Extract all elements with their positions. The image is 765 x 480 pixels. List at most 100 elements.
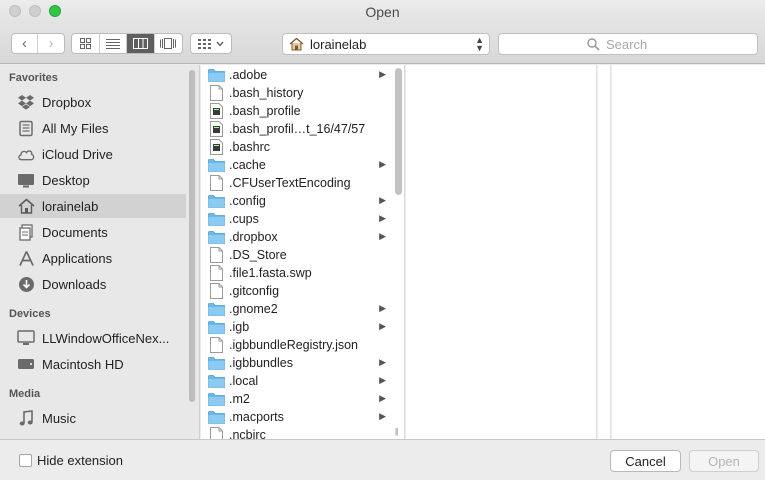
toolbar: ‹ › lorainelab ▲ ▼ Search — [0, 24, 765, 64]
sidebar-section-media: Media — [9, 388, 41, 400]
sidebar-item-desktop[interactable]: Desktop — [0, 168, 186, 192]
file-name: .bash_history — [229, 86, 304, 100]
window-title: Open — [365, 4, 400, 20]
folder-row[interactable]: .m2 ▶ — [201, 390, 391, 408]
arrange-menu-button[interactable] — [190, 33, 232, 54]
folder-row[interactable]: .igbbundles ▶ — [201, 354, 391, 372]
sidebar-item-icloud-drive[interactable]: iCloud Drive — [0, 142, 186, 166]
hide-extension-checkbox[interactable] — [19, 454, 32, 467]
disclosure-arrow-icon: ▶ — [379, 159, 386, 169]
file-name: .adobe — [229, 68, 268, 82]
computer-icon — [17, 329, 35, 347]
folder-row[interactable]: .local ▶ — [201, 372, 391, 390]
arrange-grid-icon — [198, 38, 211, 49]
file-name: .bashrc — [229, 140, 270, 154]
folder-row[interactable]: .dropbox ▶ — [201, 228, 391, 246]
file-name: .ncbirc — [229, 428, 266, 439]
sidebar-item-music[interactable]: Music — [0, 406, 186, 430]
path-label: lorainelab — [310, 37, 367, 52]
disclosure-arrow-icon: ▶ — [379, 213, 386, 223]
sidebar-item-documents[interactable]: Documents — [0, 220, 186, 244]
sidebar-item-macintosh-hd[interactable]: Macintosh HD — [0, 352, 186, 376]
document-file-icon — [207, 265, 225, 281]
preview-column — [406, 65, 597, 439]
file-row[interactable]: .bash_profile — [201, 102, 391, 120]
disclosure-arrow-icon: ▶ — [379, 303, 386, 313]
file-name: .DS_Store — [229, 248, 287, 262]
sidebar-scrollbar[interactable] — [189, 70, 195, 402]
cover-flow-view-button[interactable] — [155, 34, 182, 53]
sidebar-item-computer[interactable]: LLWindowOfficeNex... — [0, 326, 186, 350]
hide-extension-label[interactable]: Hide extension — [37, 453, 123, 468]
file-name: .gitconfig — [229, 284, 280, 298]
document-file-icon — [207, 175, 225, 191]
sidebar-item-downloads[interactable]: Downloads — [0, 272, 186, 296]
sidebar-section-devices: Devices — [9, 308, 51, 320]
empty-column — [612, 65, 765, 439]
sidebar-item-label: Applications — [42, 250, 113, 266]
file-row[interactable]: .bash_history — [201, 84, 391, 102]
folder-icon — [207, 301, 225, 317]
sidebar-item-applications[interactable]: Applications — [0, 246, 186, 270]
file-row[interactable]: .ncbirc — [201, 426, 391, 439]
navigation-buttons: ‹ › — [11, 33, 65, 54]
document-file-icon — [207, 85, 225, 101]
home-icon — [289, 37, 304, 51]
path-popup[interactable]: lorainelab ▲ ▼ — [282, 33, 490, 55]
file-row[interactable]: .bashrc — [201, 138, 391, 156]
dropbox-icon — [17, 93, 35, 111]
file-row[interactable]: .gitconfig — [201, 282, 391, 300]
file-row[interactable]: .CFUserTextEncoding — [201, 174, 391, 192]
sidebar-item-partial[interactable] — [0, 431, 186, 439]
file-column: .adobe ▶ .bash_history .bash_profile .bash_p… — [201, 65, 405, 439]
file-row[interactable]: .igbbundleRegistry.json — [201, 336, 391, 354]
cancel-button[interactable]: Cancel — [610, 450, 681, 472]
column-view-button[interactable] — [127, 34, 155, 53]
file-name: .igbbundleRegistry.json — [229, 338, 359, 352]
back-button[interactable]: ‹ — [12, 34, 38, 53]
file-column-scrollbar[interactable] — [395, 68, 402, 195]
open-button[interactable]: Open — [689, 450, 759, 472]
sidebar-item-label: lorainelab — [42, 198, 99, 214]
folder-row[interactable]: .macports ▶ — [201, 408, 391, 426]
all-files-icon — [17, 119, 35, 137]
folder-row[interactable]: .cache ▶ — [201, 156, 391, 174]
list-view-button[interactable] — [100, 34, 127, 53]
file-row[interactable]: .DS_Store — [201, 246, 391, 264]
sidebar-item-dropbox[interactable]: Dropbox — [0, 90, 186, 114]
forward-button[interactable]: › — [38, 34, 64, 53]
file-name: .local — [229, 374, 259, 388]
sidebar-item-all-my-files[interactable]: All My Files — [0, 116, 186, 140]
disclosure-arrow-icon: ▶ — [379, 321, 386, 331]
folder-row[interactable]: .gnome2 ▶ — [201, 300, 391, 318]
disclosure-arrow-icon: ▶ — [379, 393, 386, 403]
folder-row[interactable]: .config ▶ — [201, 192, 391, 210]
file-name: .igbbundles — [229, 356, 293, 370]
document-file-icon — [207, 427, 225, 439]
file-row[interactable]: .bash_profil…t_16/47/57 — [201, 120, 391, 138]
folder-icon — [207, 211, 225, 227]
icon-view-button[interactable] — [72, 34, 100, 53]
column-resize-handle[interactable]: || — [395, 427, 398, 436]
script-file-icon — [207, 139, 225, 155]
documents-icon — [17, 223, 35, 241]
folder-row[interactable]: .cups ▶ — [201, 210, 391, 228]
sidebar: Favorites Dropbox All My Files iCloud Dr… — [0, 65, 200, 439]
search-field[interactable]: Search — [498, 33, 758, 55]
document-file-icon — [207, 283, 225, 299]
folder-row[interactable]: .adobe ▶ — [201, 66, 391, 84]
folder-icon — [207, 391, 225, 407]
folder-row[interactable]: .igb ▶ — [201, 318, 391, 336]
disclosure-arrow-icon: ▶ — [379, 69, 386, 79]
document-file-icon — [207, 337, 225, 353]
icon-view-icon — [79, 38, 91, 49]
disclosure-arrow-icon: ▶ — [379, 411, 386, 421]
file-name: .macports — [229, 410, 284, 424]
file-name: .config — [229, 194, 266, 208]
file-row[interactable]: .file1.fasta.swp — [201, 264, 391, 282]
sidebar-item-label: iCloud Drive — [42, 146, 113, 162]
sidebar-item-lorainelab[interactable]: lorainelab — [0, 194, 186, 218]
disclosure-arrow-icon: ▶ — [379, 375, 386, 385]
file-name: .cache — [229, 158, 266, 172]
view-mode-buttons — [71, 33, 183, 54]
